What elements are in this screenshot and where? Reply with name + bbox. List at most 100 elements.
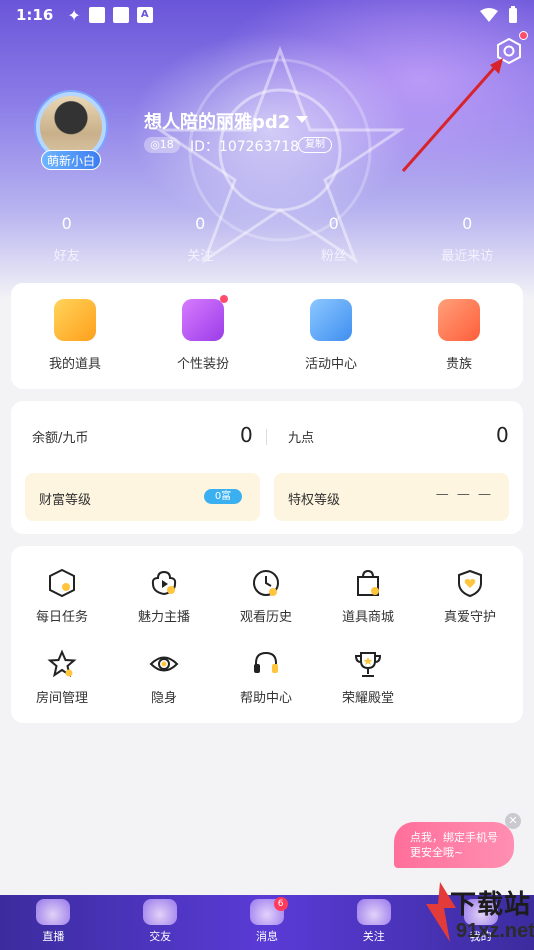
feature-nobility[interactable]: 贵族	[395, 283, 523, 389]
grid-watch-history[interactable]: 观看历史	[215, 568, 317, 625]
user-id: ID：107263718	[190, 139, 300, 155]
account-dropdown-icon[interactable]	[296, 116, 308, 123]
feature-dress-up[interactable]: 个性装扮	[139, 283, 267, 389]
battery-icon	[509, 6, 517, 23]
stat-fans[interactable]: 0 粉丝	[267, 214, 401, 264]
grid-hall-of-honor[interactable]: 荣耀殿堂	[317, 649, 419, 706]
close-icon[interactable]: ✕	[505, 813, 521, 829]
shopping-bag-icon	[357, 569, 379, 596]
stats-row: 0 好友 0 关注 0 粉丝 0 最近来访	[0, 214, 534, 264]
wealth-level-pill: 0富	[204, 489, 242, 504]
tab-label: 直播	[42, 930, 65, 943]
notification-icon	[88, 7, 105, 23]
privilege-level-label: 特权等级	[288, 493, 341, 508]
stat-following[interactable]: 0 关注	[134, 214, 268, 264]
wealth-level[interactable]: 财富等级 0富	[25, 473, 260, 521]
live-tab-icon	[36, 899, 71, 925]
wealth-level-label: 财富等级	[39, 493, 92, 508]
eye-icon	[149, 656, 179, 672]
stat-value: 0	[195, 214, 206, 233]
stat-value: 0	[462, 214, 473, 233]
copy-id-button[interactable]: 复制	[298, 137, 332, 153]
grid-label: 荣耀殿堂	[341, 691, 394, 706]
watermark-title: 下载站	[450, 890, 532, 920]
tag-icon	[310, 299, 352, 341]
clock-icon	[253, 570, 279, 596]
grid-daily-task[interactable]: 每日任务	[11, 568, 113, 625]
tab-friends[interactable]: 交友	[107, 895, 214, 950]
divider	[266, 429, 267, 445]
bind-tip-line2: 更安全哦~	[410, 846, 464, 859]
sync-icon: ✦	[67, 5, 81, 25]
wifi-icon	[480, 8, 498, 22]
privilege-level[interactable]: 特权等级 — — —	[274, 473, 509, 521]
feature-label: 我的道具	[48, 357, 101, 372]
stat-friends[interactable]: 0 好友	[0, 214, 134, 264]
tab-live[interactable]: 直播	[0, 895, 107, 950]
stat-value: 0	[61, 214, 72, 233]
level-badge: ◎18	[144, 137, 180, 153]
message-count-badge: 6	[273, 897, 288, 911]
avatar[interactable]: 萌新小白	[30, 86, 112, 176]
grid-label: 真爱守护	[443, 610, 496, 625]
grid-label: 魅力主播	[137, 610, 190, 625]
grid-label: 帮助中心	[239, 691, 292, 706]
notification-icon	[112, 7, 129, 23]
grid-true-love-guard[interactable]: 真爱守护	[419, 568, 521, 625]
feature-activity-center[interactable]: 活动中心	[267, 283, 395, 389]
watermark-url: 91xz.net	[456, 920, 534, 942]
username: 想人陪的丽雅pd2	[144, 112, 291, 133]
sparkle-icon	[182, 295, 228, 341]
status-time: 1:16	[16, 6, 54, 24]
avatar-rank-badge: 萌新小白	[41, 150, 101, 170]
status-bar: 1:16 ✦ A	[0, 0, 534, 30]
points-label: 九点	[288, 431, 315, 446]
points-value[interactable]: 0	[496, 423, 509, 447]
settings-notification-dot	[519, 31, 528, 40]
stat-label: 最近来访	[441, 249, 494, 264]
stat-label: 粉丝	[320, 249, 347, 264]
bind-phone-tip[interactable]: 点我，绑定手机号 更安全哦~	[394, 822, 514, 868]
tools-grid-card: 每日任务 魅力主播 观看历史 道具商城 真爱守护 房间管理 隐身 帮助中心 荣耀…	[11, 546, 523, 723]
grid-charm-anchor[interactable]: 魅力主播	[113, 568, 215, 625]
grid-label: 每日任务	[35, 610, 88, 625]
privilege-level-value: — — —	[435, 487, 493, 502]
tab-following[interactable]: 关注	[320, 895, 427, 950]
feature-label: 活动中心	[304, 357, 357, 372]
site-watermark: 下载站 91xz.net	[420, 878, 534, 948]
tab-messages[interactable]: 消息 6	[214, 895, 321, 950]
notification-a-icon: A	[136, 7, 153, 23]
tab-label: 消息	[255, 930, 278, 943]
trophy-icon	[354, 652, 382, 677]
feature-label: 个性装扮	[176, 357, 229, 372]
stat-recent-visitors[interactable]: 0 最近来访	[401, 214, 534, 264]
grid-room-management[interactable]: 房间管理	[11, 649, 113, 706]
grid-item-mall[interactable]: 道具商城	[317, 568, 419, 625]
star-icon	[47, 649, 77, 678]
annotation-arrow	[401, 58, 503, 172]
stat-label: 好友	[53, 249, 80, 264]
grid-invisible[interactable]: 隐身	[113, 649, 215, 706]
grid-label: 道具商城	[341, 610, 394, 625]
grid-help-center[interactable]: 帮助中心	[215, 649, 317, 706]
flower-icon	[151, 570, 177, 596]
level-icon: ◎	[150, 138, 160, 151]
bread-icon	[54, 299, 96, 341]
friends-tab-icon	[143, 899, 178, 925]
stat-label: 关注	[187, 249, 214, 264]
wallet-card: 余额/九币 0 九点 0 财富等级 0富 特权等级 — — —	[11, 401, 523, 534]
feature-my-items[interactable]: 我的道具	[11, 283, 139, 389]
feature-label: 贵族	[445, 357, 472, 372]
balance-label: 余额/九币	[32, 431, 89, 446]
grid-label: 房间管理	[35, 691, 88, 706]
tab-label: 关注	[362, 930, 385, 943]
bind-tip-line1: 点我，绑定手机号	[410, 831, 498, 844]
shield-heart-icon	[458, 569, 482, 598]
tab-label: 交友	[149, 930, 172, 943]
grid-label: 观看历史	[239, 610, 292, 625]
feature-card: 我的道具 个性装扮 活动中心 贵族	[11, 283, 523, 389]
stat-value: 0	[328, 214, 339, 233]
headset-icon	[254, 651, 278, 673]
grid-label: 隐身	[150, 691, 177, 706]
balance-value[interactable]: 0	[240, 423, 253, 447]
